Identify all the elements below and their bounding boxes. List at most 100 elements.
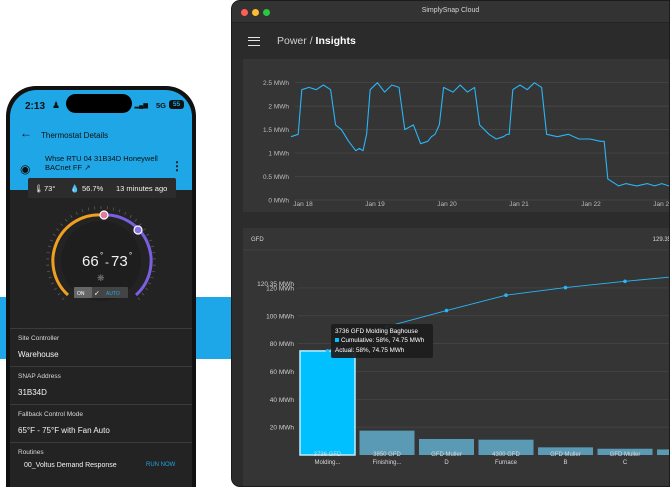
current-temperature: 73°	[44, 184, 56, 193]
app-bar: Power / Insights	[232, 23, 669, 59]
y-tick-label: 20 MWh	[270, 425, 295, 432]
chart-title: GFD	[251, 237, 264, 243]
setpoint-dash: -	[105, 255, 109, 269]
mode-auto: AUTO	[106, 291, 120, 297]
status-bar: 2:13 ♟ ▂▄▆ 5G 55	[10, 90, 192, 122]
dial-tick	[61, 297, 65, 301]
y-tick-label: 1 MWh	[268, 151, 289, 158]
chart-corner-value: 129.35	[653, 237, 670, 243]
cumulative-point[interactable]	[444, 308, 449, 313]
phone-screen: 2:13 ♟ ▂▄▆ 5G 55 ← Thermostat Details ◉ …	[10, 90, 192, 487]
dial-tick	[142, 228, 146, 231]
run-now-link[interactable]: RUN NOW	[146, 462, 175, 468]
dial-tick	[150, 245, 155, 248]
x-tick-label: Jan 22	[581, 201, 601, 208]
energy-series-line[interactable]	[290, 82, 670, 187]
cool-setpoint-handle[interactable]	[133, 225, 143, 235]
gfd-pareto-chart-card: GFD 129.35 120.35 MWh 120 MWh 100 MWh 80 MWh 6…	[243, 228, 670, 487]
x-tick-label: D	[444, 460, 449, 466]
field-value: 31B34D	[18, 388, 47, 397]
page-title: Thermostat Details	[41, 131, 109, 140]
dial-tick	[50, 282, 54, 285]
y-tick-label: 2 MWh	[268, 104, 289, 111]
x-tick-label: Jan 18	[293, 201, 313, 208]
tooltip-title: 3736 GFD Molding Baghouse	[335, 328, 418, 335]
dial-tick	[118, 209, 121, 213]
dial-tick	[64, 218, 68, 222]
dial-tick	[146, 233, 150, 236]
dial-tick	[150, 276, 154, 279]
cumulative-point[interactable]	[504, 293, 508, 298]
more-vert-icon[interactable]: ⋮	[171, 159, 183, 173]
back-arrow-icon[interactable]: ←	[20, 126, 32, 140]
breadcrumb-power[interactable]: Power	[277, 35, 307, 47]
x-tick-label: 3850 GFD	[373, 452, 401, 458]
external-link-icon[interactable]: ↗	[84, 163, 90, 172]
x-tick-label: Jan 21	[509, 201, 529, 208]
dial-tick	[70, 215, 73, 218]
dial-tick	[53, 287, 57, 291]
y-tick-label: 0 MWh	[268, 198, 289, 205]
mode-on: ON	[77, 291, 85, 297]
field-label: Routines	[18, 449, 44, 456]
heat-setpoint-handle[interactable]	[99, 210, 109, 220]
x-tick-label: GFD Muller	[610, 452, 641, 458]
cumulative-point[interactable]	[325, 349, 330, 353]
x-tick-label: Jan 19	[365, 201, 385, 208]
dial-tick	[46, 270, 51, 273]
bar[interactable]	[657, 449, 670, 455]
routines-field: Routines 00_Voltus Demand Response RUN N…	[10, 442, 192, 480]
y-tick-label: 100 MWh	[266, 313, 294, 320]
dial-tick	[151, 270, 156, 273]
status-time: 2:13	[25, 101, 46, 112]
battery-icon: 55	[169, 100, 184, 109]
dial-tick	[75, 211, 78, 215]
y-tick-label: 0.5 MWh	[263, 174, 289, 181]
y-tick-label: 120 MWh	[266, 285, 294, 292]
dial-tick	[57, 292, 61, 296]
cumulative-point[interactable]	[563, 285, 568, 290]
site-controller-field: Site Controller Warehouse	[10, 328, 192, 366]
y-tick-label: 1.5 MWh	[263, 127, 289, 134]
field-label: Fallback Control Mode	[18, 411, 84, 418]
dial-tick	[137, 297, 141, 301]
window-title: SimplySnap Cloud	[421, 7, 480, 14]
x-tick-label: GFD Muller	[431, 452, 462, 458]
thermostat-info-bar: 🌡 73° 💧 56.7% 13 minutes ago	[28, 178, 176, 198]
x-tick-label: GFD Muller	[550, 452, 581, 458]
tooltip-cumulative: Cumulative: 58%, 74.75 MWh	[341, 337, 425, 344]
person-icon: ♟	[52, 100, 61, 110]
dial-tick	[138, 223, 142, 226]
heat-setpoint[interactable]: 66	[82, 253, 99, 270]
dial-tick	[60, 223, 64, 226]
gfd-pareto-chart[interactable]: GFD 129.35120.35 MWh120 MWh100 MWh80 MWh6…	[243, 228, 670, 487]
network-type: 5G	[155, 101, 166, 110]
x-tick-label: 4300 GFD	[492, 452, 520, 458]
energy-line-chart-card: 2.5 MWh 2 MWh 1.5 MWh 1 MWh 0.5 MWh 0 MWh Jan …	[243, 59, 670, 212]
field-value[interactable]: Warehouse	[18, 350, 59, 359]
breadcrumb: Power / Insights	[277, 35, 356, 47]
bar[interactable]	[299, 350, 356, 456]
signal-icon: ▂▄▆	[134, 103, 148, 109]
x-tick-label: Finishing...	[372, 460, 401, 466]
window-titlebar: SimplySnap Cloud	[232, 1, 669, 23]
cool-setpoint[interactable]: 73	[111, 253, 128, 270]
dial-tick	[145, 287, 149, 291]
tooltip-actual: Actual: 58%, 74.75 MWh	[335, 347, 405, 354]
dial-tick	[50, 239, 54, 242]
energy-line-chart[interactable]: 2.5 MWh 2 MWh 1.5 MWh 1 MWh 0.5 MWh 0 MWh Jan …	[243, 59, 670, 212]
cumulative-point[interactable]	[623, 279, 627, 284]
simplysnap-window: SimplySnap Cloud Power / Insights 2.5 MW…	[231, 0, 670, 487]
x-tick-label: C	[623, 460, 628, 466]
field-value: 65°F - 75°F with Fan Auto	[18, 426, 110, 435]
field-label: Site Controller	[18, 335, 60, 342]
thermostat-dial[interactable]: 66 ° - 73 ° ❋ ON ✓ AUTO	[42, 202, 160, 320]
snap-address-field: SNAP Address 31B34D	[10, 366, 192, 404]
y-tick-label: 40 MWh	[270, 397, 295, 404]
device-name[interactable]: Whse RTU 04 31B34D Honeywell BACnet FF ↗	[45, 154, 165, 172]
tooltip-swatch	[335, 338, 339, 342]
hamburger-icon[interactable]	[248, 37, 260, 46]
dial-tick	[112, 207, 115, 211]
heat-degree: °	[100, 251, 103, 260]
routine-name: 00_Voltus Demand Response	[24, 462, 117, 469]
